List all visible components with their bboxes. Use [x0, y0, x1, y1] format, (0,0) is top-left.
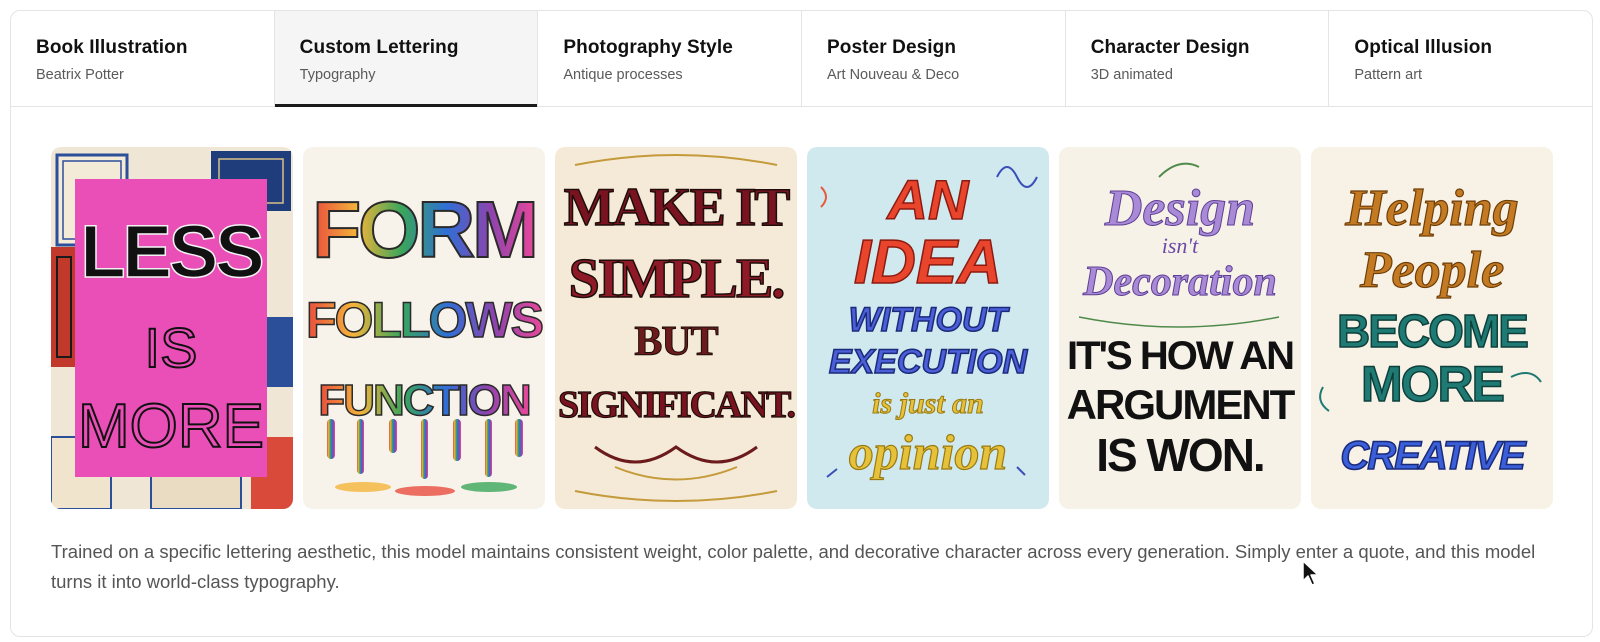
- poster-line: AN: [886, 168, 970, 231]
- poster-line: SIGNIFICANT.: [558, 384, 795, 426]
- poster-line: IDEA: [854, 228, 1002, 297]
- poster-line: IT'S HOW AN: [1067, 334, 1293, 378]
- poster-line: People: [1359, 242, 1504, 299]
- poster-line: IS: [145, 316, 198, 379]
- poster-line: Design: [1104, 180, 1255, 237]
- poster-line: SIMPLE.: [569, 248, 784, 310]
- poster-line: BUT: [634, 319, 718, 365]
- tab-character-design[interactable]: Character Design 3D animated: [1066, 11, 1330, 106]
- poster-line: Decoration: [1082, 259, 1277, 305]
- example-image-less-is-more: LESS IS MORE: [51, 147, 293, 509]
- tab-poster-design[interactable]: Poster Design Art Nouveau & Deco: [802, 11, 1066, 106]
- poster-line: IS WON.: [1096, 429, 1263, 481]
- poster-line: WITHOUT: [849, 301, 1011, 339]
- poster-line: MORE: [78, 392, 264, 461]
- poster-line: MORE: [1361, 356, 1504, 412]
- style-showcase-card: Book Illustration Beatrix Potter Custom …: [10, 10, 1593, 637]
- style-description: Trained on a specific lettering aestheti…: [51, 541, 1536, 592]
- tab-title: Optical Illusion: [1354, 37, 1493, 58]
- example-image-design-isnt-decoration: Design isn't Decoration IT'S HOW AN ARGU…: [1059, 147, 1301, 509]
- poster-line: FUNCTION: [318, 376, 529, 425]
- poster-line: EXECUTION: [829, 343, 1029, 381]
- poster-line: is just an: [872, 387, 984, 420]
- poster-line: FORM: [312, 185, 536, 274]
- tab-subtitle: Pattern art: [1354, 67, 1423, 83]
- tab-custom-lettering[interactable]: Custom Lettering Typography: [274, 11, 539, 107]
- tab-subtitle: Antique processes: [563, 67, 683, 83]
- example-image-make-it-simple: MAKE IT SIMPLE. BUT SIGNIFICANT.: [555, 147, 797, 509]
- tab-title: Custom Lettering: [299, 37, 459, 58]
- poster-line: Helping: [1344, 180, 1518, 237]
- poster-line: isn't: [1162, 233, 1199, 258]
- poster-line: opinion: [849, 424, 1007, 480]
- example-image-form-follows-function: FORM FOLLOWS FUNCTION: [303, 147, 545, 509]
- poster-line: LESS: [80, 210, 262, 293]
- tab-title: Book Illustration: [36, 37, 188, 58]
- tab-subtitle: 3D animated: [1090, 67, 1173, 83]
- style-tabs: Book Illustration Beatrix Potter Custom …: [11, 11, 1592, 107]
- tab-subtitle: Beatrix Potter: [36, 67, 124, 83]
- poster-line: CREATIVE: [1340, 434, 1527, 478]
- tab-subtitle: Typography: [299, 67, 376, 83]
- tab-photography-style[interactable]: Photography Style Antique processes: [538, 11, 803, 106]
- poster-line: FOLLOWS: [306, 292, 543, 348]
- mouse-cursor-icon: [1302, 560, 1320, 591]
- example-image-helping-people: Helping People BECOME MORE CREATIVE: [1311, 147, 1553, 509]
- poster-line: MAKE IT: [564, 177, 791, 237]
- example-gallery: LESS IS MORE FORM FOLLOWS FUNCTION MAKE …: [51, 147, 1553, 509]
- tab-title: Character Design: [1090, 37, 1250, 58]
- tab-book-illustration[interactable]: Book Illustration Beatrix Potter: [11, 11, 275, 106]
- tab-title: Photography Style: [563, 37, 733, 58]
- example-image-an-idea: AN IDEA WITHOUT EXECUTION is just an opi…: [807, 147, 1049, 509]
- poster-line: BECOME: [1337, 305, 1527, 357]
- tab-subtitle: Art Nouveau & Deco: [827, 67, 960, 83]
- poster-line: ARGUMENT: [1067, 381, 1296, 428]
- tab-title: Poster Design: [827, 37, 957, 58]
- tab-optical-illusion[interactable]: Optical Illusion Pattern art: [1329, 11, 1592, 106]
